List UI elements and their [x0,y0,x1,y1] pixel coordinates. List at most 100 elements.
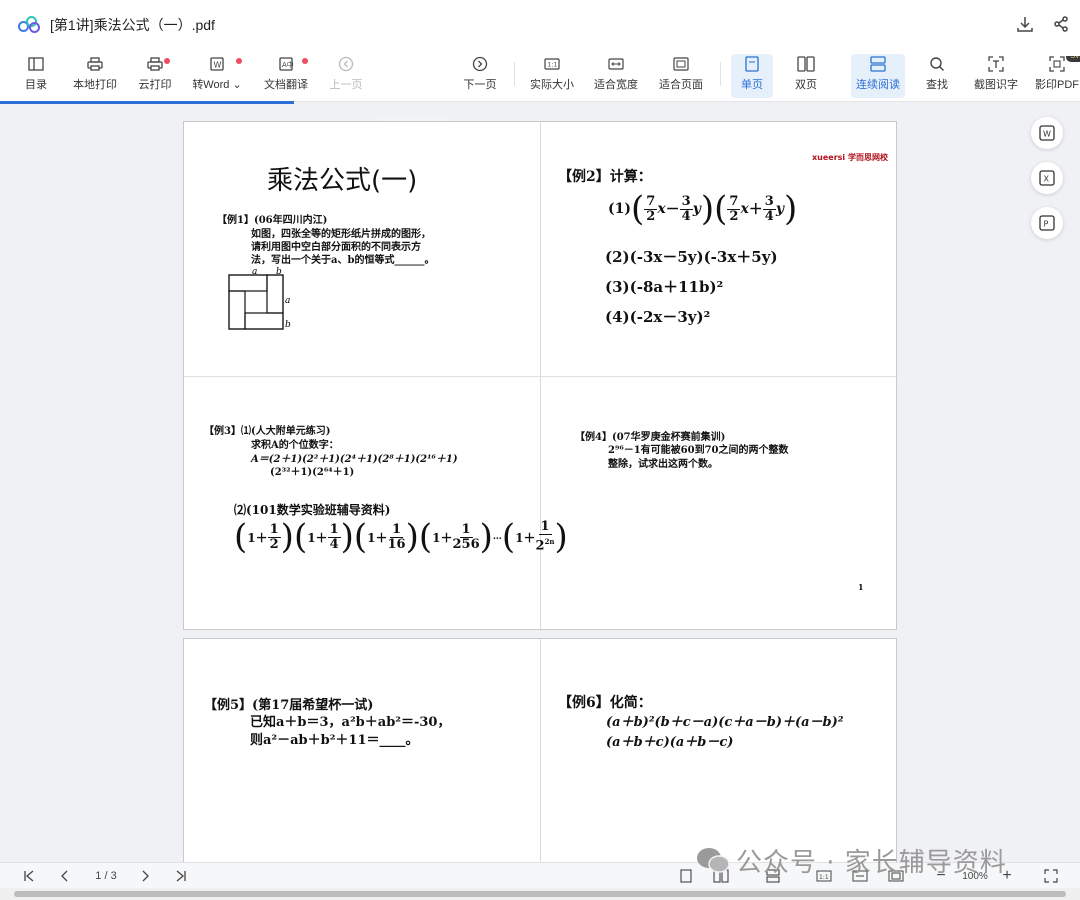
local-print-label: 本地打印 [73,79,117,91]
example-6-formula: (a＋b＋c)(a＋b－c) [606,735,734,750]
cloud-print-label: 云打印 [138,79,172,91]
slide-divider [184,376,898,377]
fit-page-button[interactable]: 适合页面 [656,56,706,98]
convert-excel-button[interactable]: X [1031,162,1063,194]
download-icon[interactable] [1016,15,1034,33]
example-3-heading: 【例3】⑴(人大附单元练习) [204,426,331,437]
svg-text:W: W [1043,130,1051,139]
example-2-item-2: (2)(-3x－5y)(-3x＋5y) [605,248,778,266]
share-icon[interactable] [1052,15,1070,33]
single-page-button[interactable]: 单页 [731,54,773,98]
example-3-text: 求积A的个位数字： [251,440,339,451]
example-6-formula: (a＋b)²(b＋c－a)(c＋a－b)＋(a－b)² [606,715,844,730]
fit-page-icon [672,56,690,72]
continuous-read-button[interactable]: 连续阅读 [851,54,905,98]
example-5-text: 已知a＋b＝3，a²b＋ab²＝-30， [250,715,451,730]
double-page-label: 双页 [795,79,817,91]
double-page-button[interactable]: 双页 [788,56,824,98]
chevron-right-circle-icon [471,56,489,72]
find-label: 查找 [926,79,948,91]
fit-page-label: 适合页面 [659,79,703,91]
cloud-printer-icon [146,56,164,72]
fit-width-label: 适合宽度 [594,79,638,91]
slide-divider [540,639,541,865]
example-1-text: 法，写出一个关于a、b的恒等式______。 [251,255,435,266]
to-word-label: 转Word ⌄ [192,79,242,91]
continuous-scroll-icon [869,56,887,72]
prev-page-button[interactable]: 上一页 [328,56,364,98]
slide-title: 乘法公式(一) [267,166,418,196]
example-2-item-1: (1) (7 2 x － 3 4 y) (7 2 x ＋ 3 4 y) [608,189,798,229]
example-3-part-2-heading: ⑵(101数学实验班辅导资料) [234,503,391,517]
screenshot-text-icon [987,56,1005,72]
next-page-button[interactable]: 下一页 [462,56,498,98]
word-icon: W [1039,125,1055,141]
single-page-icon[interactable] [677,868,695,884]
excel-icon: X [1039,170,1055,186]
translate-icon: A中 [277,56,295,72]
pdf-page-2: 【例5】(第17届希望杯一试) 已知a＋b＝3，a²b＋ab²＝-30， 则a²… [183,638,897,865]
convert-ppt-button[interactable]: P [1031,207,1063,239]
find-button[interactable]: 查找 [922,56,952,98]
document-title: [第1讲]乘法公式（一）.pdf [50,17,215,33]
to-word-button[interactable]: W 转Word ⌄ [190,56,244,98]
ppt-icon: P [1039,215,1055,231]
status-page-indicator[interactable]: 1 / 3 [86,868,126,884]
next-page-icon[interactable] [136,868,154,884]
local-print-button[interactable]: 本地打印 [70,56,120,98]
svg-text:b: b [285,320,291,330]
example-2-heading: 【例2】计算： [558,169,652,185]
example-3-product: (1＋ 1 2) (1＋ 1 4) (1＋ 1 16) (1＋ 1 256)… (1＋ 1 22n) [234,517,568,557]
svg-text:W: W [214,61,222,70]
double-page-icon [797,56,815,72]
svip-badge: SV [1066,56,1080,62]
fullscreen-icon[interactable] [1042,868,1060,884]
actual-size-button[interactable]: 1:1 实际大小 [528,56,576,98]
page-number: 1 [858,582,864,592]
title-bar: [第1讲]乘法公式（一）.pdf [0,0,1080,50]
print-pdf-button[interactable]: 影印PDF SV [1034,56,1080,98]
toc-button[interactable]: 目录 [22,56,50,98]
translate-button[interactable]: A中 文档翻译 [262,56,310,98]
last-page-icon[interactable] [172,868,190,884]
svg-text:A中: A中 [282,60,294,69]
example-1-heading: 【例1】(06年四川内江) [217,215,328,226]
toolbar: 目录 本地打印 云打印 W 转Word ⌄ A中 文档翻译 上一页 1 / 3 … [0,50,1080,140]
toc-label: 目录 [25,79,47,91]
ocr-label: 截图识字 [974,79,1018,91]
next-page-label: 下一页 [463,79,497,91]
example-3-formula: (2³²＋1)(2⁶⁴＋1) [270,467,355,478]
chevron-up-circle-icon [337,56,355,72]
actual-size-icon: 1:1 [543,56,561,72]
single-page-icon [743,56,761,72]
horizontal-scrollbar[interactable] [0,888,1080,900]
notification-dot [236,58,242,64]
wechat-icon [696,846,730,881]
toolbar-divider [514,62,515,86]
svg-text:X: X [1044,175,1050,184]
toc-icon [27,56,45,72]
watermark-text: 公众号 · 家长辅导资料 [736,848,1007,878]
search-icon [928,56,946,72]
notification-dot [164,58,170,64]
example-4-text: 整除，试求出这两个数。 [608,459,718,470]
first-page-icon[interactable] [20,868,38,884]
convert-word-button[interactable]: W [1031,117,1063,149]
ocr-button[interactable]: 截图识字 [972,56,1020,98]
cloud-print-button[interactable]: 云打印 [136,56,174,98]
prev-page-icon[interactable] [56,868,74,884]
single-page-label: 单页 [741,79,763,91]
scrollbar-thumb[interactable] [14,891,1066,897]
svg-text:a: a [285,296,290,306]
actual-size-label: 实际大小 [530,79,574,91]
notification-dot [302,58,308,64]
load-progress-bar [0,101,294,104]
printer-icon [86,56,104,72]
translate-label: 文档翻译 [264,79,308,91]
rectangle-figure: a b a b [228,267,291,330]
fit-width-button[interactable]: 适合宽度 [592,56,640,98]
svg-text:1:1: 1:1 [548,62,558,69]
continuous-read-label: 连续阅读 [856,79,900,91]
prev-page-label: 上一页 [329,79,363,91]
example-5-text: 则a²－ab＋b²＋11＝____。 [250,733,419,748]
